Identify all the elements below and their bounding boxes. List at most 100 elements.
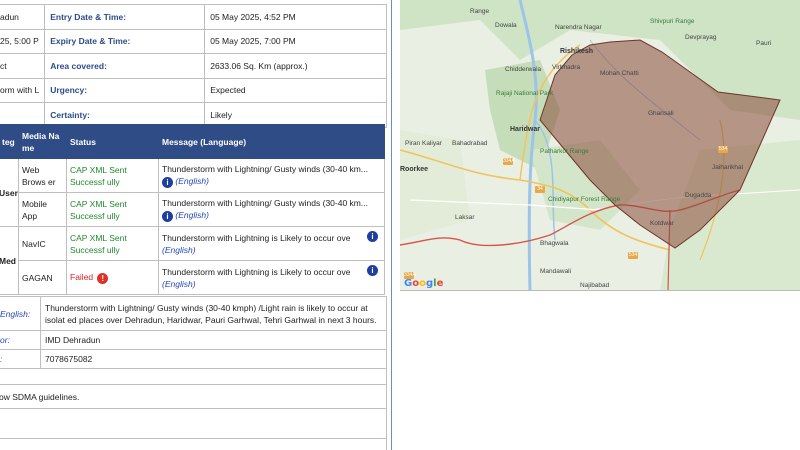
info-row [0, 438, 387, 450]
entry-datetime-label: Entry Date & Time: [44, 4, 206, 30]
map-label-shivpuri: Shivpuri Range [650, 18, 695, 25]
map-label-roorkee: Roorkee [400, 166, 429, 173]
area-covered-value: 2633.06 Sq. Km (approx.) [204, 53, 387, 79]
contact-label: : [0, 349, 41, 369]
alert-details-panel: adun Entry Date & Time: 05 May 2025, 4:5… [0, 0, 388, 450]
status-cell: CAP XML Sent Successf ully [66, 192, 159, 227]
spacer-cell [0, 438, 387, 450]
contact-value: 7078675082 [40, 349, 387, 369]
message-text: Thunderstorm with Lightning is Likely to… [162, 266, 350, 277]
info-row: orm with L Urgency: Expected [0, 77, 387, 103]
table-row: Mobile App CAP XML Sent Successf ully Th… [0, 192, 385, 227]
error-icon[interactable]: ! [97, 272, 109, 284]
alert-detail-table: English: Thunderstorm with Lightning/ Gu… [0, 296, 387, 450]
message-header: Message (Language) [158, 124, 385, 159]
map-label-rishikesh: Rishikesh [560, 48, 594, 55]
table-row: Med NavIC CAP XML Sent Successf ully Thu… [0, 226, 385, 295]
table-row: GAGAN Failed! Thunderstorm with Lightnin… [0, 260, 385, 295]
map-label-patharkot: Patharkot Range [540, 148, 589, 155]
message-text: Thunderstorm with Lightning is Likely to… [162, 232, 350, 243]
message-language: (English) [175, 210, 209, 221]
route-shield: 534 [718, 146, 728, 153]
info-row: 25, 5:00 P Expiry Date & Time: 05 May 20… [0, 28, 387, 54]
message-text: Thunderstorm with Lightning/ Gusty winds… [162, 198, 368, 209]
info-icon[interactable]: i [367, 265, 378, 277]
info-icon[interactable]: i [162, 176, 173, 188]
status-cell: CAP XML Sent Successf ully [66, 158, 159, 193]
info-icon[interactable]: i [367, 231, 378, 243]
info-cell-partial: orm with L [0, 77, 46, 103]
sender-value: IMD Dehradun [40, 330, 387, 350]
message-language-line: i (English) [162, 175, 381, 188]
map-label-piran-kaliyar: Piran Kaliyar [405, 140, 442, 147]
instruction-value: ow SDMA guidelines. [0, 384, 387, 409]
message-cell: Thunderstorm with Lightning is Likely to… [158, 260, 385, 295]
route-shield: 34 [535, 186, 545, 193]
status-cell: CAP XML Sent Successf ully [66, 226, 159, 261]
message-language-line: i (English) [162, 209, 381, 222]
english-message: Thunderstorm with Lightning/ Gusty winds… [40, 296, 387, 331]
map-label-dugadda: Dugadda [685, 192, 712, 199]
status-cell: Failed! [66, 260, 159, 295]
info-cell-partial: ct [0, 53, 46, 79]
map-label-mandawali: Mandawali [540, 268, 572, 275]
alert-area-map[interactable]: Range Dowala Narendra Nagar Shivpuri Ran… [400, 0, 800, 291]
map-label-pauri: Pauri [756, 40, 772, 47]
english-label: English: [0, 296, 41, 331]
sender-label: or: [0, 330, 41, 350]
map-label-najibabad: Najibabad [580, 282, 610, 289]
table-row: User Web Brows er CAP XML Sent Successf … [0, 158, 385, 227]
route-shield: 334A [503, 158, 515, 165]
map-label-haridwar: Haridwar [510, 126, 540, 133]
map-label-devprayag: Devprayag [685, 34, 717, 41]
map-label-laksar: Laksar [455, 214, 475, 221]
map-label-kotdwar: Kotdwar [650, 220, 674, 227]
spacer-cell [0, 368, 387, 385]
category-header: teg [0, 124, 19, 159]
map-label-rajaji: Rajaji National Park [496, 90, 554, 97]
dissemination-table: teg Media Na me Status Message (Language… [0, 124, 385, 295]
status-header: Status [66, 124, 159, 159]
info-row [0, 368, 387, 385]
info-row: adun Entry Date & Time: 05 May 2025, 4:5… [0, 4, 387, 30]
map-panel: Range Dowala Narendra Nagar Shivpuri Ran… [391, 0, 800, 450]
category-cell: User [0, 158, 19, 227]
dissemination-header-row: teg Media Na me Status Message (Language… [0, 124, 385, 159]
info-row: : 7078675082 [0, 349, 387, 369]
message-cell: Thunderstorm with Lightning/ Gusty winds… [158, 192, 385, 227]
info-row [0, 408, 387, 439]
spacer-cell [0, 408, 387, 439]
alert-info-table: adun Entry Date & Time: 05 May 2025, 4:5… [0, 4, 387, 128]
info-cell-partial: 25, 5:00 P [0, 28, 46, 54]
message-cell: Thunderstorm with Lightning/ Gusty winds… [158, 158, 385, 193]
info-row: ct Area covered: 2633.06 Sq. Km (approx.… [0, 53, 387, 79]
message-line: Thunderstorm with Lightning is Likely to… [162, 265, 381, 278]
message-line: Thunderstorm with Lightning is Likely to… [162, 231, 381, 244]
map-label-bhagwala: Bhagwala [540, 240, 569, 247]
media-name-cell: Web Brows er [18, 158, 67, 193]
info-cell-partial: adun [0, 4, 46, 30]
google-logo: Google [404, 278, 444, 289]
message-language: (English) [175, 176, 209, 187]
route-shield: 534 [628, 252, 638, 259]
media-name-cell: NavIC [18, 226, 67, 261]
info-row: English: Thunderstorm with Lightning/ Gu… [0, 296, 387, 331]
message-text: Thunderstorm with Lightning/ Gusty winds… [162, 164, 368, 175]
message-language: (English) [162, 244, 196, 255]
map-label-dowala: Dowala [495, 22, 517, 29]
media-name-cell: Mobile App [18, 192, 67, 227]
info-row: or: IMD Dehradun [0, 330, 387, 350]
status-failed-text: Failed [70, 272, 94, 283]
map-label-bahadrabad: Bahadrabad [452, 140, 488, 147]
media-name-cell: GAGAN [18, 260, 67, 295]
urgency-label: Urgency: [44, 77, 206, 103]
map-label-mohan-chatti: Mohan Chatti [600, 70, 639, 77]
map-label-range: Range [470, 8, 490, 15]
info-row: ow SDMA guidelines. [0, 384, 387, 409]
info-icon[interactable]: i [162, 210, 173, 222]
map-label-jaiharikhal: Jaiharikhal [712, 164, 744, 171]
expiry-datetime-label: Expiry Date & Time: [44, 28, 206, 54]
urgency-value: Expected [204, 77, 387, 103]
entry-datetime-value: 05 May 2025, 4:52 PM [204, 4, 387, 30]
message-cell: Thunderstorm with Lightning is Likely to… [158, 226, 385, 261]
